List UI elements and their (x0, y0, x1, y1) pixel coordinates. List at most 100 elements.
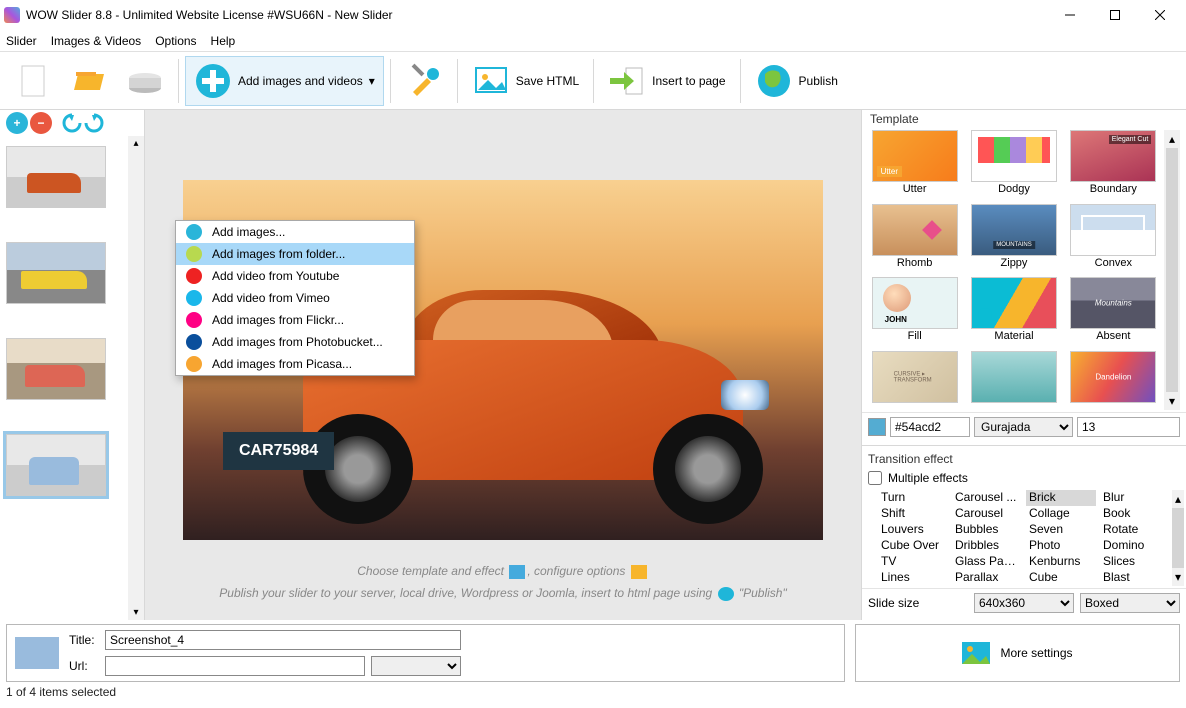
add-images-videos-button[interactable]: Add images and videos ▾ (185, 56, 384, 106)
picasa-icon (186, 356, 202, 372)
open-button[interactable] (62, 56, 116, 106)
template-item[interactable] (967, 351, 1060, 411)
menu-images-videos[interactable]: Images & Videos (51, 34, 142, 48)
remove-slide-button[interactable]: − (30, 112, 52, 134)
thumbnail-3[interactable] (6, 338, 106, 400)
template-item[interactable] (868, 351, 961, 411)
effect-item[interactable]: Brick (1026, 490, 1096, 506)
effect-item[interactable]: Domino (1100, 538, 1170, 554)
dropdown-item[interactable]: Add video from Vimeo (176, 287, 414, 309)
app-icon (4, 7, 20, 23)
effect-item[interactable]: Collage (1026, 506, 1096, 522)
font-select[interactable]: Gurajada (974, 417, 1073, 437)
template-item[interactable]: Boundary (1067, 130, 1160, 202)
effect-item[interactable]: Seven (1026, 522, 1096, 538)
insert-to-page-label: Insert to page (652, 74, 725, 88)
effect-item[interactable]: Shift (878, 506, 948, 522)
template-label: Boundary (1090, 183, 1137, 195)
more-settings-button[interactable]: More settings (855, 624, 1180, 682)
template-scrollbar[interactable]: ▴ ▾ (1164, 130, 1180, 410)
template-item[interactable]: Convex (1067, 204, 1160, 276)
toolbar-separator (390, 59, 391, 103)
effect-item[interactable]: Cube Over (878, 538, 948, 554)
title-label: Title: (69, 633, 99, 647)
effect-item[interactable]: Turn (878, 490, 948, 506)
template-item[interactable] (1067, 351, 1160, 411)
menu-options[interactable]: Options (155, 34, 196, 48)
template-item[interactable]: Fill (868, 277, 961, 349)
scroll-down-icon[interactable]: ▾ (133, 607, 138, 618)
title-input[interactable] (105, 630, 461, 650)
template-item[interactable]: Zippy (967, 204, 1060, 276)
thumbnail-2[interactable] (6, 242, 106, 304)
url-target-select[interactable] (371, 656, 461, 676)
template-thumb (971, 204, 1057, 256)
color-hex-input[interactable] (890, 417, 970, 437)
effect-item[interactable]: Parallax (952, 570, 1022, 586)
blank-page-icon (14, 62, 52, 100)
url-input[interactable] (105, 656, 365, 676)
effect-item[interactable]: Carousel (952, 506, 1022, 522)
slide-size-select[interactable]: 640x360 (974, 593, 1074, 613)
effect-item[interactable]: Kenburns (1026, 554, 1096, 570)
menu-slider[interactable]: Slider (6, 34, 37, 48)
close-button[interactable] (1137, 1, 1182, 29)
effect-item[interactable]: Bubbles (952, 522, 1022, 538)
flickr-icon (186, 312, 202, 328)
dropdown-item[interactable]: Add images from folder... (176, 243, 414, 265)
template-item[interactable]: Rhomb (868, 204, 961, 276)
scroll-up-icon[interactable]: ▴ (1169, 132, 1175, 146)
layout-select[interactable]: Boxed (1080, 593, 1180, 613)
effect-item[interactable]: Slices (1100, 554, 1170, 570)
effect-item[interactable]: Carousel ... (952, 490, 1022, 506)
effect-item[interactable]: Lines (878, 570, 948, 586)
template-item[interactable]: Utter (868, 130, 961, 202)
right-panel: Template UtterDodgyBoundaryRhombZippyCon… (861, 110, 1186, 620)
color-swatch[interactable] (868, 418, 886, 436)
dropdown-item-label: Add video from Youtube (212, 269, 339, 283)
effect-item[interactable]: Glass Para... (952, 554, 1022, 570)
maximize-button[interactable] (1092, 1, 1137, 29)
thumbnail-4[interactable] (6, 434, 106, 496)
effect-item[interactable]: Blur (1100, 490, 1170, 506)
dropdown-item[interactable]: Add images from Picasa... (176, 353, 414, 375)
add-slide-button[interactable]: + (6, 112, 28, 134)
save-button[interactable] (118, 56, 172, 106)
scroll-up-icon[interactable]: ▴ (133, 138, 138, 149)
thumbnail-scrollbar[interactable]: ▴ ▾ (128, 136, 144, 620)
save-html-button[interactable]: Save HTML (464, 56, 587, 106)
publish-button[interactable]: Publish (747, 56, 846, 106)
menu-help[interactable]: Help (211, 34, 236, 48)
dropdown-item[interactable]: Add images... (176, 221, 414, 243)
multiple-effects-checkbox[interactable] (868, 471, 882, 485)
thumbnail-1[interactable] (6, 146, 106, 208)
effect-item[interactable]: Cube (1026, 570, 1096, 586)
effect-item[interactable]: Dribbles (952, 538, 1022, 554)
template-item[interactable]: Material (967, 277, 1060, 349)
dropdown-item-label: Add images from Picasa... (212, 357, 352, 371)
rotate-left-icon[interactable] (62, 113, 82, 133)
scroll-up-icon[interactable]: ▴ (1175, 492, 1181, 506)
minimize-button[interactable] (1047, 1, 1092, 29)
more-settings-label: More settings (1000, 646, 1072, 660)
dropdown-item[interactable]: Add images from Photobucket... (176, 331, 414, 353)
effect-item[interactable]: Louvers (878, 522, 948, 538)
effects-scrollbar[interactable]: ▴ ▾ (1172, 490, 1184, 586)
insert-to-page-button[interactable]: Insert to page (600, 56, 733, 106)
content-area: + − ▴ ▾ CAR7598 (0, 110, 1186, 620)
new-slider-button[interactable] (6, 56, 60, 106)
template-item[interactable]: Dodgy (967, 130, 1060, 202)
scroll-down-icon[interactable]: ▾ (1175, 570, 1181, 584)
font-size-input[interactable] (1077, 417, 1180, 437)
effect-item[interactable]: Rotate (1100, 522, 1170, 538)
template-item[interactable]: Absent (1067, 277, 1160, 349)
dropdown-item[interactable]: Add images from Flickr... (176, 309, 414, 331)
effect-item[interactable]: Blast (1100, 570, 1170, 586)
scroll-down-icon[interactable]: ▾ (1169, 394, 1175, 408)
dropdown-item[interactable]: Add video from Youtube (176, 265, 414, 287)
rotate-right-icon[interactable] (84, 113, 104, 133)
tools-button[interactable] (397, 56, 451, 106)
effect-item[interactable]: Book (1100, 506, 1170, 522)
effect-item[interactable]: Photo (1026, 538, 1096, 554)
effect-item[interactable]: TV (878, 554, 948, 570)
